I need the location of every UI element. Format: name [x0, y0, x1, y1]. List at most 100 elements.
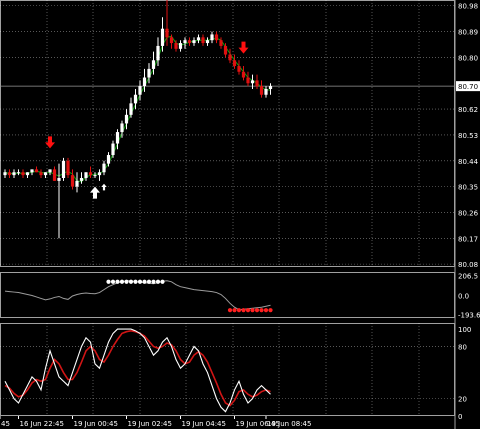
candle-body	[201, 37, 205, 44]
stoch-main-line	[4, 328, 271, 413]
candle-body	[43, 172, 48, 176]
candle-body	[7, 172, 12, 176]
time-tick-label: 19 Jun 08:45	[267, 420, 311, 428]
cci-up-dot	[151, 279, 156, 284]
cci-up-dot	[142, 279, 147, 284]
candle-body	[84, 172, 88, 178]
candle-body	[174, 43, 178, 49]
cci-up-dot	[115, 279, 120, 284]
current-price-label: 80.70	[458, 83, 478, 91]
cci-up-dot	[110, 279, 116, 284]
cci-down-dot	[232, 308, 237, 313]
candle-body	[34, 169, 39, 173]
candle-body	[151, 60, 156, 69]
cci-up-dot	[133, 279, 138, 284]
candle-body	[255, 80, 259, 87]
cci-down-dot	[250, 308, 255, 313]
panel-border-2	[0, 272, 455, 318]
panel-border-3	[0, 323, 455, 416]
candle-body	[156, 45, 160, 61]
candle-body	[48, 169, 52, 173]
price-tick-label: 80.35	[458, 184, 478, 192]
time-tick-label: 19 Jun 00:45	[74, 420, 118, 428]
cci-up-dot	[146, 279, 152, 284]
candle-body	[219, 40, 223, 46]
candle-body	[138, 86, 142, 95]
buy-arrow-icon	[90, 186, 100, 199]
candle-body	[142, 77, 147, 87]
stoch-signal-line	[4, 330, 271, 407]
cci-down-dot	[236, 308, 242, 313]
candle-body	[210, 34, 214, 41]
stoch-tick-label: 0	[458, 413, 462, 421]
time-tick-label: 19 Jun 04:45	[182, 420, 226, 428]
candle-body	[30, 169, 34, 173]
time-tick-label: 16 Jun 22:45	[20, 420, 64, 428]
cci-down-dot	[259, 308, 264, 313]
candle-body	[133, 94, 138, 104]
candle-body	[228, 54, 232, 61]
candle-body	[61, 160, 66, 178]
trading-chart[interactable]: 80.98 80.89 80.80 80.62 80.53 80.44 80.35 80.26…	[0, 0, 480, 429]
cci-up-dot	[124, 279, 129, 284]
cci-tick-label: 206.5	[458, 272, 478, 280]
candle-body	[192, 40, 196, 44]
cci-tick-label: -193.6	[458, 311, 480, 319]
cci-down-dot	[245, 308, 251, 313]
candle-body	[79, 178, 84, 181]
candle-body	[115, 132, 120, 144]
sell-arrow-icon	[238, 41, 249, 54]
candle-body	[259, 86, 264, 95]
candle-body	[88, 172, 93, 176]
price-tick-label: 80.53	[458, 132, 478, 140]
price-tick-label: 80.89	[458, 29, 478, 37]
time-tick-label: 45	[1, 420, 10, 428]
cci-up-dot	[137, 279, 143, 284]
candle-body	[241, 71, 246, 78]
price-tick-label: 80.98	[458, 3, 478, 11]
candle-body	[16, 172, 21, 174]
price-tick-label: 80.62	[458, 106, 478, 114]
candle-body	[66, 160, 70, 176]
cci-tick-label: 0.0	[458, 292, 469, 300]
sell-arrow-icon	[45, 136, 55, 149]
candle-body	[120, 123, 124, 133]
candle-body	[264, 89, 268, 95]
candle-body	[205, 40, 210, 44]
candle-body	[214, 34, 219, 41]
time-tick-label: 19 Jun 02:45	[128, 420, 172, 428]
stoch-tick-label: 20	[458, 396, 467, 404]
cci-up-dot	[128, 279, 134, 284]
candle-body	[21, 172, 25, 176]
candle-body	[97, 172, 102, 176]
cci-up-dot	[119, 279, 125, 284]
price-tick-label: 80.80	[458, 54, 478, 62]
candle-body	[75, 180, 79, 187]
candle-body	[70, 175, 75, 187]
cci-down-dot	[263, 308, 269, 313]
stoch-tick-label: 80	[458, 343, 467, 351]
candle-body	[129, 103, 133, 115]
price-tick-label: 80.26	[458, 209, 479, 217]
candle-body	[268, 86, 273, 89]
candle-body	[183, 40, 187, 44]
candle-body	[102, 163, 106, 173]
candle-body	[111, 143, 115, 156]
price-tick-label: 80.17	[458, 235, 478, 243]
candle-body	[93, 175, 97, 177]
candle-body	[25, 172, 30, 176]
stoch-tick-label: 100	[458, 326, 471, 334]
candle-body	[12, 172, 16, 176]
candle-body	[39, 172, 43, 176]
candle-body	[106, 155, 111, 164]
price-tick-label: 80.08	[458, 261, 478, 269]
candle-body	[187, 40, 192, 44]
price-tick-label: 80.44	[458, 158, 479, 166]
candle-body	[232, 60, 237, 67]
candle-body	[160, 28, 165, 46]
cci-down-dot	[241, 308, 246, 313]
candle-body	[57, 178, 61, 181]
cci-line	[4, 280, 271, 311]
candle-body	[178, 43, 183, 49]
candle-body	[169, 37, 174, 44]
